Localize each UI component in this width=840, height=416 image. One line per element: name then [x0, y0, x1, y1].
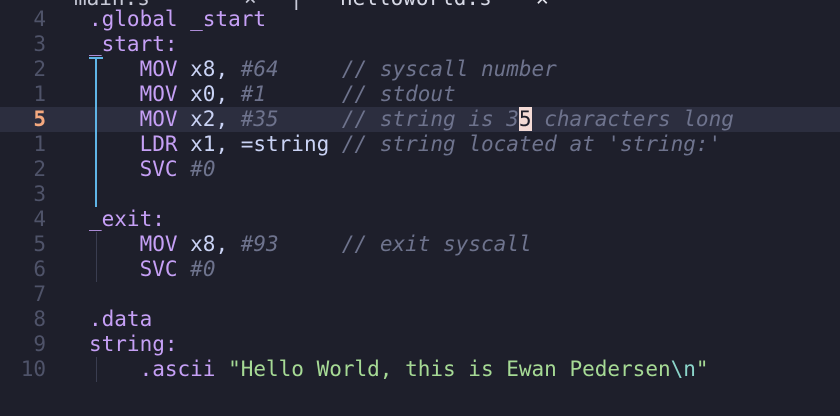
line-number: 7 — [33, 282, 46, 306]
code-token: .data — [89, 307, 153, 331]
code-line[interactable]: 6 SVC #0 — [0, 257, 840, 282]
line-code[interactable]: .ascii "Hello World, this is Ewan Peders… — [89, 357, 709, 382]
code-line[interactable]: 5 MOV x8, #93 // exit syscall — [0, 232, 840, 257]
code-line[interactable]: 8 .data — [0, 307, 840, 332]
indent-guide — [96, 357, 97, 382]
indent-guide-active — [95, 57, 97, 207]
code-token: #35 — [240, 107, 279, 131]
line-code[interactable]: MOV x2, #35 // string is 35 characters l… — [89, 107, 734, 132]
code-line[interactable]: 2 SVC #0 — [0, 157, 840, 182]
code-editor[interactable]: main.s × | helloworld.s ✕ 4 .global _star… — [0, 0, 840, 416]
code-token: SVC — [139, 257, 178, 281]
code-token: // syscall number — [341, 57, 557, 81]
code-token: // string is 3 — [341, 107, 519, 131]
code-line[interactable]: 7 — [0, 282, 840, 307]
code-token: MOV — [139, 57, 178, 81]
code-token: "Hello World, this is Ewan Pedersen — [228, 357, 671, 381]
line-code[interactable]: MOV x8, #64 // syscall number — [89, 57, 557, 82]
code-token: MOV — [139, 82, 178, 106]
line-code[interactable]: MOV x0, #1 // stdout — [89, 82, 456, 107]
indent-guide-cap — [89, 57, 103, 59]
code-line[interactable]: 10 .ascii "Hello World, this is Ewan Ped… — [0, 357, 840, 382]
code-token: _exit: — [89, 207, 165, 231]
code-line[interactable]: 2 MOV x8, #64 // syscall number — [0, 57, 840, 82]
code-token: #64 — [240, 57, 279, 81]
line-number: 3 — [33, 182, 46, 206]
indent-guide — [96, 232, 97, 282]
code-token: #0 — [190, 257, 216, 281]
line-number: 10 — [20, 357, 46, 381]
line-number: 4 — [33, 7, 46, 31]
line-number: 1 — [33, 132, 46, 156]
line-number: 3 — [33, 32, 46, 56]
code-token: MOV — [139, 232, 178, 256]
code-line[interactable]: 5 MOV x2, #35 // string is 35 characters… — [0, 107, 840, 132]
code-line[interactable]: 1 LDR x1, =string // string located at '… — [0, 132, 840, 157]
line-number: 8 — [33, 307, 46, 331]
code-line[interactable]: 9 string: — [0, 332, 840, 357]
line-number: 6 — [33, 257, 46, 281]
code-token: x2, — [177, 107, 241, 131]
line-number: 2 — [33, 57, 46, 81]
line-number: 5 — [33, 107, 46, 131]
code-token: " — [695, 357, 709, 381]
code-line[interactable]: 4 _exit: — [0, 207, 840, 232]
line-code[interactable]: string: — [89, 332, 178, 357]
code-token: x8, — [177, 232, 241, 256]
line-number: 1 — [33, 82, 46, 106]
code-token: #93 — [240, 232, 279, 256]
code-token: // stdout — [341, 82, 456, 106]
line-number: 9 — [33, 332, 46, 356]
code-token: x8, — [177, 57, 241, 81]
code-token: MOV — [139, 107, 178, 131]
text-cursor: 5 — [518, 107, 532, 131]
code-token: #1 — [240, 82, 267, 106]
code-token: // exit syscall — [341, 232, 532, 256]
code-token: #0 — [190, 157, 216, 181]
code-line[interactable]: 4 .global _start — [0, 7, 840, 32]
code-token: string: — [89, 332, 178, 356]
line-code[interactable]: .global _start — [89, 7, 266, 32]
line-code[interactable]: LDR x1, =string // string located at 'st… — [89, 132, 722, 157]
code-line[interactable]: 3 _start: — [0, 32, 840, 57]
line-code[interactable]: .data — [89, 307, 152, 332]
code-token: .ascii — [139, 357, 216, 381]
code-token: _start: — [89, 32, 178, 56]
line-number: 4 — [33, 207, 46, 231]
code-token: .global _start — [89, 7, 267, 31]
code-token: LDR — [139, 132, 178, 156]
line-code[interactable]: SVC #0 — [89, 257, 216, 282]
line-number: 2 — [33, 157, 46, 181]
code-token: x1, =string — [177, 132, 342, 156]
tab-bar: main.s × | helloworld.s ✕ — [0, 0, 840, 10]
code-line[interactable]: 3 — [0, 182, 840, 207]
line-code[interactable]: MOV x8, #93 // exit syscall — [89, 232, 532, 257]
line-number: 5 — [33, 232, 46, 256]
line-code[interactable]: _exit: — [89, 207, 165, 232]
code-token: \n — [670, 357, 696, 381]
code-token: x0, — [177, 82, 241, 106]
code-token: // string located at 'string:' — [341, 132, 722, 156]
line-code[interactable]: _start: — [89, 32, 178, 57]
code-line[interactable]: 1 MOV x0, #1 // stdout — [0, 82, 840, 107]
code-token: characters long — [531, 107, 734, 131]
line-code[interactable]: SVC #0 — [89, 157, 216, 182]
code-token: SVC — [139, 157, 178, 181]
